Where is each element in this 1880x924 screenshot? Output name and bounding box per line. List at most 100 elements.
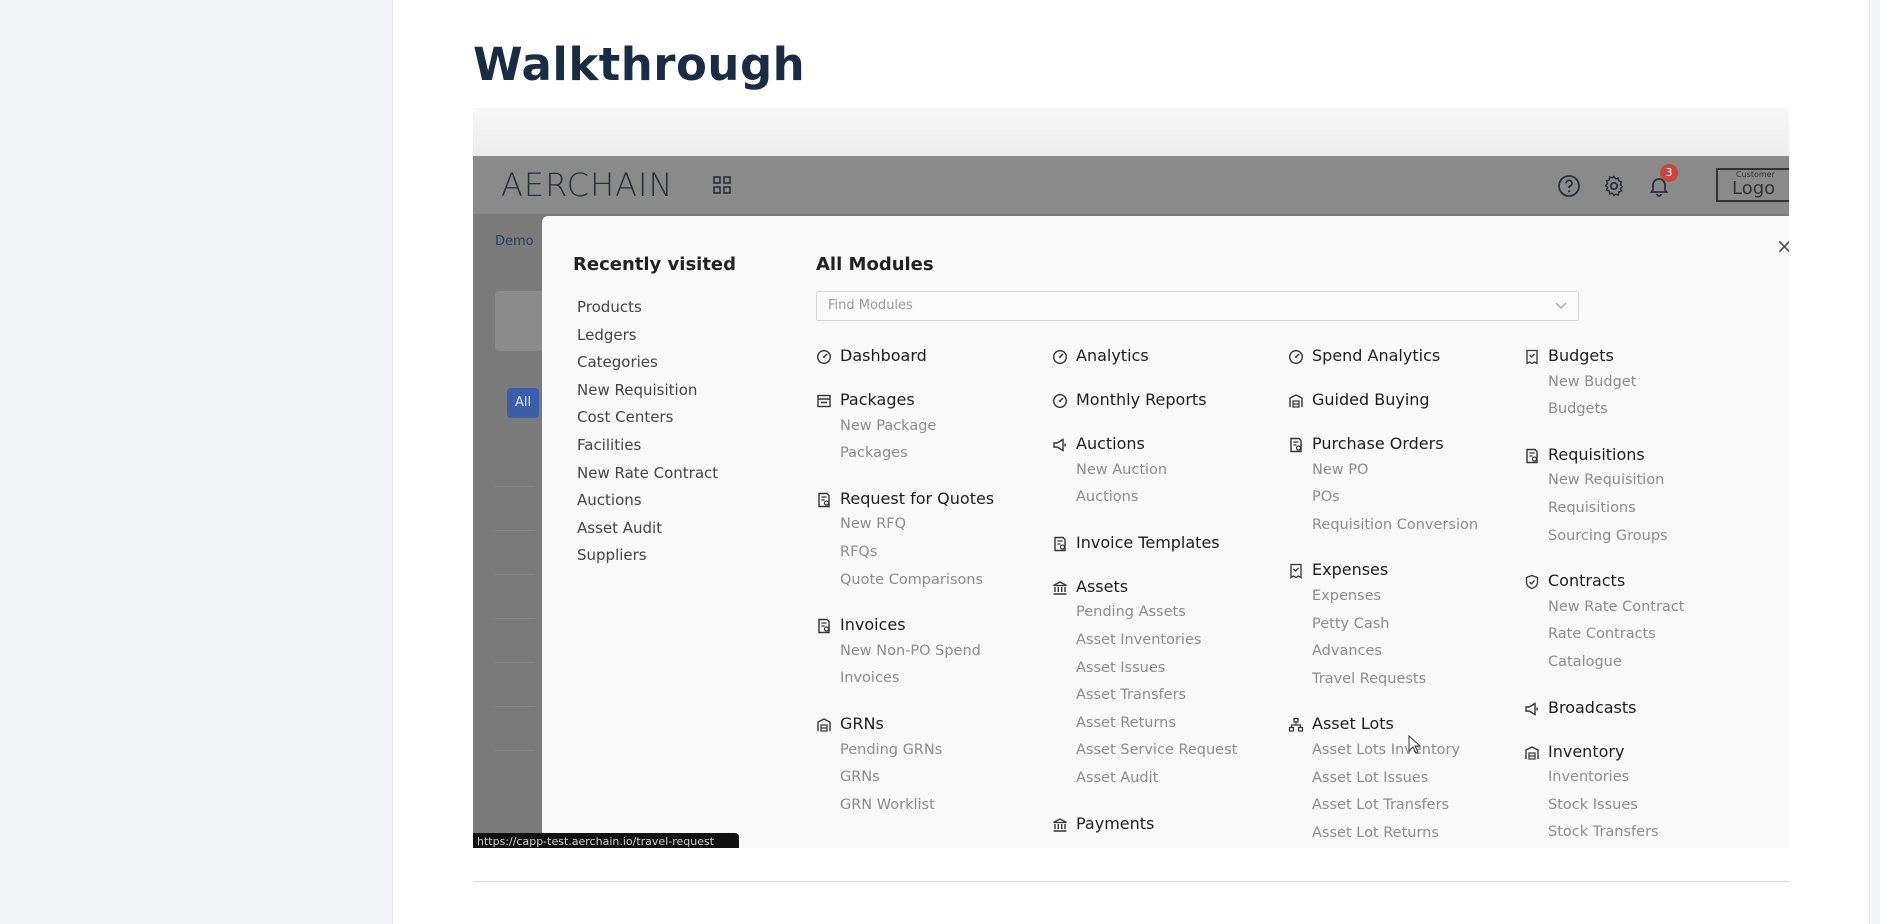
module-link[interactable]: GRNs (840, 769, 880, 785)
module-link[interactable]: Asset Audit (1076, 770, 1158, 786)
module-link[interactable]: GRN Worklist (840, 797, 935, 813)
module-heading[interactable]: Invoice Templates (1076, 533, 1220, 552)
recent-item[interactable]: Facilities (577, 436, 641, 454)
find-modules-placeholder: Find Modules (828, 298, 913, 313)
module-heading[interactable]: Broadcasts (1548, 698, 1637, 717)
recent-item[interactable]: Auctions (577, 491, 642, 509)
megaphone-icon (1053, 438, 1066, 452)
modules-modal: × Recently visited Products Ledgers Catego… (542, 216, 1789, 848)
bank-icon (1053, 817, 1067, 832)
module-link[interactable]: Quote Comparisons (840, 572, 983, 588)
module-link[interactable]: Asset Returns (1076, 715, 1176, 731)
module-link[interactable]: Budgets (1548, 401, 1608, 417)
module-link[interactable]: Catalogue (1548, 654, 1622, 670)
find-modules-select[interactable]: Find Modules (816, 291, 1579, 321)
module-link[interactable]: Rate Contracts (1548, 626, 1656, 642)
recent-item[interactable]: Categories (577, 353, 658, 371)
table-row (495, 662, 535, 707)
module-link[interactable]: Stock Issues (1548, 797, 1638, 813)
module-heading[interactable]: Auctions (1076, 434, 1145, 453)
gauge-icon (1288, 349, 1304, 365)
help-icon[interactable] (1557, 174, 1581, 198)
module-heading[interactable]: Asset Lots (1312, 714, 1394, 733)
module-heading[interactable]: Payments (1076, 814, 1154, 833)
close-icon[interactable]: × (1776, 234, 1789, 258)
document-icon (818, 492, 830, 507)
module-link[interactable]: Asset Lot Transfers (1312, 797, 1449, 813)
module-heading[interactable]: Contracts (1548, 571, 1625, 590)
module-heading[interactable]: Request for Quotes (840, 489, 994, 508)
left-rail (0, 0, 393, 924)
module-heading[interactable]: Budgets (1548, 346, 1614, 365)
filter-all-button: All (507, 388, 539, 418)
module-link[interactable]: Stock Transfers (1548, 824, 1659, 840)
module-heading[interactable]: Packages (840, 390, 915, 409)
module-link[interactable]: Pending GRNs (840, 742, 942, 758)
module-link[interactable]: New Rate Contract (1548, 599, 1684, 615)
apps-grid-icon[interactable] (713, 176, 731, 194)
divider (473, 881, 1789, 882)
module-link[interactable]: Petty Cash (1312, 616, 1389, 632)
module-link[interactable]: Expenses (1312, 588, 1381, 604)
warehouse-icon (1289, 394, 1303, 408)
module-link[interactable]: Inventories (1548, 769, 1629, 785)
table-row (495, 530, 535, 575)
module-link[interactable]: Invoices (840, 670, 899, 686)
video-padding (473, 108, 1789, 156)
module-link[interactable]: Asset Lots Inventory (1312, 742, 1460, 758)
page-title: Walkthrough (473, 38, 806, 91)
module-link[interactable]: Sourcing Groups (1548, 528, 1668, 544)
module-heading[interactable]: Analytics (1076, 346, 1149, 365)
module-link[interactable]: Packages (840, 445, 908, 461)
module-heading[interactable]: GRNs (840, 714, 884, 733)
module-link[interactable]: Pending Assets (1076, 604, 1186, 620)
recent-item[interactable]: New Rate Contract (577, 464, 718, 482)
module-link[interactable]: New PO (1312, 462, 1368, 478)
module-link[interactable]: POs (1312, 489, 1340, 505)
brand-logo: AERCHAIN (501, 166, 674, 204)
module-heading[interactable]: Spend Analytics (1312, 346, 1440, 365)
recent-item[interactable]: Products (577, 298, 642, 316)
module-link[interactable]: Requisition Conversion (1312, 517, 1478, 533)
module-link[interactable]: New Requisition (1548, 472, 1664, 488)
module-heading[interactable]: Requisitions (1548, 445, 1645, 464)
module-heading[interactable]: Purchase Orders (1312, 434, 1444, 453)
module-link[interactable]: Travel Requests (1312, 671, 1426, 687)
walkthrough-video[interactable]: AERCHAIN 3 Customer Logo Demo All × Rece… (473, 108, 1789, 848)
recent-item[interactable]: Cost Centers (577, 408, 673, 426)
module-link[interactable]: Asset Issues (1076, 660, 1165, 676)
recent-item[interactable]: Ledgers (577, 326, 637, 344)
gauge-icon (1052, 349, 1068, 365)
module-heading[interactable]: Invoices (840, 615, 906, 634)
module-link[interactable]: Asset Lot Returns (1312, 825, 1439, 841)
module-link[interactable]: Requisitions (1548, 500, 1636, 516)
module-link[interactable]: New RFQ (840, 516, 906, 532)
module-link[interactable]: New Non-PO Spend (840, 643, 981, 659)
module-heading[interactable]: Expenses (1312, 560, 1388, 579)
module-link[interactable]: Asset Transfers (1076, 687, 1186, 703)
status-bar-url: https://capp-test.aerchain.io/travel-req… (473, 833, 739, 848)
module-link[interactable]: Advances (1312, 643, 1382, 659)
package-icon (817, 394, 831, 408)
module-link[interactable]: Auctions (1076, 489, 1138, 505)
module-link[interactable]: Asset Lot Issues (1312, 770, 1428, 786)
recent-item[interactable]: Asset Audit (577, 519, 662, 537)
gear-icon[interactable] (1602, 174, 1626, 198)
module-heading[interactable]: Assets (1076, 577, 1128, 596)
module-heading[interactable]: Guided Buying (1312, 390, 1430, 409)
app-screenshot: AERCHAIN 3 Customer Logo Demo All × Rece… (473, 156, 1789, 848)
recent-item[interactable]: New Requisition (577, 381, 697, 399)
module-link[interactable]: RFQs (840, 544, 877, 560)
module-link[interactable]: Asset Service Request (1076, 742, 1237, 758)
table-row (495, 486, 535, 531)
module-heading[interactable]: Dashboard (840, 346, 927, 365)
recent-item[interactable]: Suppliers (577, 546, 647, 564)
receipt-icon (1290, 564, 1302, 580)
module-heading[interactable]: Monthly Reports (1076, 390, 1207, 409)
module-heading[interactable]: Inventory (1548, 742, 1624, 761)
module-link[interactable]: Asset Inventories (1076, 632, 1201, 648)
module-link[interactable]: New Auction (1076, 462, 1167, 478)
module-link[interactable]: New Package (840, 418, 936, 434)
module-link[interactable]: New Budget (1548, 374, 1636, 390)
app-header: AERCHAIN 3 Customer Logo (473, 156, 1789, 214)
